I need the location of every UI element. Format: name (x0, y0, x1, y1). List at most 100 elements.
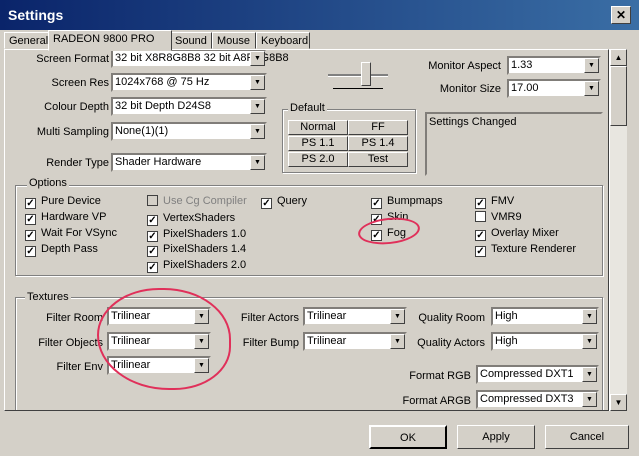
checkbox-box[interactable]: ✓ (147, 246, 158, 257)
depth-pass-checkbox[interactable]: ✓ Depth Pass (25, 243, 98, 257)
format-argb-select[interactable]: Compressed DXT3 ▼ (476, 390, 599, 409)
checkbox-box[interactable] (147, 195, 158, 206)
checkbox-box[interactable]: ✓ (371, 198, 382, 209)
checkbox-label: Use Cg Compiler (163, 195, 247, 207)
checkbox-label: PixelShaders 1.4 (163, 243, 247, 255)
quality-room-select[interactable]: High ▼ (491, 307, 599, 326)
chevron-down-icon[interactable]: ▼ (250, 75, 265, 90)
filter-bump-label: Filter Bump (242, 337, 299, 349)
monitor-aspect-label: Monitor Aspect (428, 60, 501, 72)
ff-button[interactable]: FF (348, 120, 408, 135)
tab-general[interactable]: General (4, 32, 50, 49)
checkbox-label: Texture Renderer (491, 243, 576, 255)
chevron-down-icon[interactable]: ▼ (584, 58, 599, 73)
bumpmaps-checkbox[interactable]: ✓ Bumpmaps (371, 195, 443, 209)
tab-sound[interactable]: Sound (170, 32, 212, 49)
status-textbox[interactable]: Settings Changed (425, 112, 603, 176)
screen-res-label: Screen Res (51, 77, 109, 89)
filter-actors-label: Filter Actors (240, 312, 299, 324)
use-cg-compiler-checkbox[interactable]: Use Cg Compiler (147, 195, 247, 207)
ps14-button[interactable]: PS 1.4 (348, 136, 408, 151)
window-title: Settings (8, 7, 64, 23)
pixelshaders-20-checkbox[interactable]: ✓ PixelShaders 2.0 (147, 259, 246, 273)
checkbox-box[interactable]: ✓ (475, 230, 486, 241)
format-rgb-select[interactable]: Compressed DXT1 ▼ (476, 365, 599, 384)
filter-bump-value: Trilinear (307, 335, 347, 347)
chevron-down-icon[interactable]: ▼ (250, 155, 265, 170)
tab-radeon-9800-pro[interactable]: RADEON 9800 PRO (48, 30, 172, 51)
texture-renderer-checkbox[interactable]: ✓ Texture Renderer (475, 243, 576, 257)
pixelshaders-14-checkbox[interactable]: ✓ PixelShaders 1.4 (147, 243, 246, 257)
ok-button[interactable]: OK (369, 425, 447, 449)
colour-depth-select[interactable]: 32 bit Depth D24S8 ▼ (111, 97, 267, 116)
slider-thumb[interactable] (361, 62, 371, 86)
multi-sampling-label: Multi Sampling (36, 126, 109, 138)
checkbox-box[interactable]: ✓ (147, 215, 158, 226)
checkbox-box[interactable]: ✓ (147, 231, 158, 242)
pure-device-checkbox[interactable]: ✓ Pure Device (25, 195, 101, 209)
checkbox-box[interactable]: ✓ (25, 214, 36, 225)
normal-button[interactable]: Normal (288, 120, 348, 135)
format-argb-label: Format ARGB (402, 395, 471, 407)
scroll-up-icon[interactable]: ▲ (610, 49, 627, 66)
tab-keyboard[interactable]: Keyboard (256, 32, 310, 49)
render-type-value: Shader Hardware (115, 156, 202, 168)
ps11-button[interactable]: PS 1.1 (288, 136, 348, 151)
checkbox-label: VertexShaders (163, 212, 236, 224)
wait-for-vsync-checkbox[interactable]: ✓ Wait For VSync (25, 227, 117, 241)
quality-actors-select[interactable]: High ▼ (491, 332, 599, 351)
checkbox-box[interactable] (475, 211, 486, 222)
filter-room-label: Filter Room (46, 312, 103, 324)
scroll-thumb[interactable] (610, 66, 627, 126)
render-type-select[interactable]: Shader Hardware ▼ (111, 153, 267, 172)
chevron-down-icon[interactable]: ▼ (582, 309, 597, 324)
format-argb-value: Compressed DXT3 (480, 393, 574, 405)
quality-actors-label: Quality Actors (417, 337, 485, 349)
test-button[interactable]: Test (348, 152, 408, 167)
chevron-down-icon[interactable]: ▼ (582, 392, 597, 407)
chevron-down-icon[interactable]: ▼ (250, 51, 265, 66)
multi-sampling-value: None(1)(1) (115, 125, 169, 137)
checkbox-label: PixelShaders 1.0 (163, 228, 247, 240)
monitor-size-select[interactable]: 17.00 ▼ (507, 79, 601, 98)
textures-group-title: Textures (25, 291, 71, 303)
checkbox-label: PixelShaders 2.0 (163, 259, 247, 271)
filter-env-label: Filter Env (56, 361, 103, 373)
query-checkbox[interactable]: ✓ Query (261, 195, 307, 209)
checkbox-box[interactable]: ✓ (475, 246, 486, 257)
apply-button[interactable]: Apply (457, 425, 535, 449)
ps20-button[interactable]: PS 2.0 (288, 152, 348, 167)
close-button[interactable]: ✕ (611, 6, 631, 24)
slider-track[interactable] (328, 74, 388, 77)
filter-actors-select[interactable]: Trilinear ▼ (303, 307, 407, 326)
vmr9-checkbox[interactable]: VMR9 (475, 211, 522, 223)
checkbox-box[interactable]: ✓ (475, 198, 486, 209)
overlay-mixer-checkbox[interactable]: ✓ Overlay Mixer (475, 227, 559, 241)
checkbox-label: VMR9 (491, 211, 522, 223)
scroll-down-icon[interactable]: ▼ (610, 394, 627, 411)
checkbox-box[interactable]: ✓ (25, 246, 36, 257)
chevron-down-icon[interactable]: ▼ (250, 124, 265, 139)
checkbox-box[interactable]: ✓ (261, 198, 272, 209)
vertexshaders-checkbox[interactable]: ✓ VertexShaders (147, 212, 235, 226)
chevron-down-icon[interactable]: ▼ (582, 334, 597, 349)
multi-sampling-select[interactable]: None(1)(1) ▼ (111, 122, 267, 141)
checkbox-box[interactable]: ✓ (25, 198, 36, 209)
chevron-down-icon[interactable]: ▼ (584, 81, 599, 96)
filter-bump-select[interactable]: Trilinear ▼ (303, 332, 407, 351)
cancel-button[interactable]: Cancel (545, 425, 629, 449)
screen-res-select[interactable]: 1024x768 @ 75 Hz ▼ (111, 73, 267, 92)
tab-mouse[interactable]: Mouse (212, 32, 256, 49)
hardware-vp-checkbox[interactable]: ✓ Hardware VP (25, 211, 106, 225)
title-bar[interactable]: Settings ✕ (0, 0, 639, 30)
checkbox-box[interactable]: ✓ (25, 230, 36, 241)
pixelshaders-10-checkbox[interactable]: ✓ PixelShaders 1.0 (147, 228, 246, 242)
checkbox-box[interactable]: ✓ (147, 262, 158, 273)
fmv-checkbox[interactable]: ✓ FMV (475, 195, 514, 209)
chevron-down-icon[interactable]: ▼ (582, 367, 597, 382)
vertical-scrollbar[interactable]: ▲ ▼ (609, 49, 627, 411)
chevron-down-icon[interactable]: ▼ (250, 99, 265, 114)
checkbox-label: Depth Pass (41, 243, 98, 255)
screen-format-select[interactable]: 32 bit X8R8G8B8 32 bit A8R8G8B8 ▼ (111, 50, 289, 68)
monitor-aspect-select[interactable]: 1.33 ▼ (507, 56, 601, 75)
